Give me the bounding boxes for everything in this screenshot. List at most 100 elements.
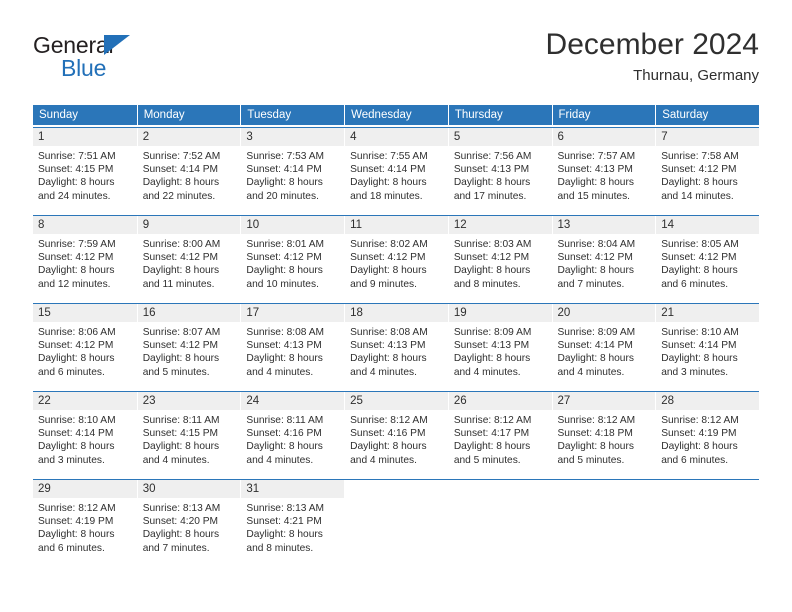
day-cell-9[interactable]: 9 Sunrise: 8:00 AM Sunset: 4:12 PM Daylight…	[136, 216, 241, 301]
day-cell-3[interactable]: 3 Sunrise: 7:53 AM Sunset: 4:14 PM Daylight…	[240, 128, 345, 213]
day-number: 24	[241, 392, 345, 410]
day-cell-29[interactable]: 29 Sunrise: 8:12 AM Sunset: 4:19 PM Dayligh…	[33, 480, 137, 565]
daylight-duration-line1: Daylight: 8 hours	[661, 441, 738, 453]
sunrise-time: Sunrise: 8:11 AM	[142, 415, 220, 426]
daylight-duration-line1: Daylight: 8 hours	[38, 177, 115, 189]
sunrise-time: Sunrise: 7:56 AM	[453, 151, 532, 162]
daylight-duration-line1: Daylight: 8 hours	[38, 529, 115, 541]
logo-bottom-row: Blue	[33, 55, 233, 81]
day-cell-21[interactable]: 21 Sunrise: 8:10 AM Sunset: 4:14 PM Dayligh…	[655, 304, 759, 389]
sunrise-time: Sunrise: 7:52 AM	[142, 151, 221, 162]
day-cell-10[interactable]: 10 Sunrise: 8:01 AM Sunset: 4:12 PM Dayligh…	[240, 216, 345, 301]
sunrise-time: Sunrise: 8:09 AM	[557, 327, 636, 338]
daylight-duration-line1: Daylight: 8 hours	[350, 265, 427, 277]
calendar-week-row: 1 Sunrise: 7:51 AM Sunset: 4:15 PM Daylight…	[33, 127, 759, 213]
day-cell-2[interactable]: 2 Sunrise: 7:52 AM Sunset: 4:14 PM Daylight…	[136, 128, 241, 213]
sunset-time: Sunset: 4:12 PM	[453, 252, 530, 264]
daylight-duration-line2: and 7 minutes.	[142, 542, 210, 554]
page-title: December 2024	[545, 28, 759, 61]
day-details: Sunrise: 8:09 AM Sunset: 4:14 PM Daylight:…	[553, 322, 656, 389]
day-number: 6	[552, 128, 656, 146]
sunset-time: Sunset: 4:14 PM	[142, 164, 219, 176]
weekday-header-thursday: Thursday	[447, 105, 552, 125]
day-cell-20[interactable]: 20 Sunrise: 8:09 AM Sunset: 4:14 PM Dayligh…	[551, 304, 656, 389]
day-number: 17	[241, 304, 345, 322]
sunset-time: Sunset: 4:15 PM	[142, 428, 219, 440]
day-details: Sunrise: 8:04 AM Sunset: 4:12 PM Daylight:…	[553, 234, 656, 301]
blue-triangle-icon	[104, 35, 130, 55]
day-number: 7	[656, 128, 759, 146]
sunrise-time: Sunrise: 8:11 AM	[246, 415, 324, 426]
daylight-duration-line1: Daylight: 8 hours	[38, 353, 115, 365]
sunset-time: Sunset: 4:19 PM	[38, 516, 114, 528]
sunrise-time: Sunrise: 7:53 AM	[246, 151, 324, 162]
calendar-week-row: 22 Sunrise: 8:10 AM Sunset: 4:14 PM Dayligh…	[33, 391, 759, 477]
sunset-time: Sunset: 4:12 PM	[661, 252, 737, 264]
day-cell-15[interactable]: 15 Sunrise: 8:06 AM Sunset: 4:12 PM Dayligh…	[33, 304, 137, 389]
sunrise-time: Sunrise: 8:09 AM	[453, 327, 532, 338]
sunset-time: Sunset: 4:14 PM	[38, 428, 114, 440]
day-cell-8[interactable]: 8 Sunrise: 7:59 AM Sunset: 4:12 PM Daylight…	[33, 216, 137, 301]
day-cell-empty	[344, 480, 448, 565]
day-cell-30[interactable]: 30 Sunrise: 8:13 AM Sunset: 4:20 PM Dayligh…	[136, 480, 241, 565]
day-details: Sunrise: 8:06 AM Sunset: 4:12 PM Daylight:…	[33, 322, 137, 389]
day-number: 10	[241, 216, 345, 234]
day-cell-28[interactable]: 28 Sunrise: 8:12 AM Sunset: 4:19 PM Dayligh…	[655, 392, 759, 477]
day-details: Sunrise: 8:12 AM Sunset: 4:16 PM Daylight:…	[345, 410, 448, 477]
day-cell-17[interactable]: 17 Sunrise: 8:08 AM Sunset: 4:13 PM Dayligh…	[240, 304, 345, 389]
day-cell-empty	[655, 480, 759, 565]
sunrise-time: Sunrise: 8:05 AM	[661, 239, 739, 250]
day-details: Sunrise: 7:53 AM Sunset: 4:14 PM Daylight:…	[241, 146, 344, 213]
sunset-time: Sunset: 4:12 PM	[142, 340, 219, 352]
day-cell-5[interactable]: 5 Sunrise: 7:56 AM Sunset: 4:13 PM Daylight…	[447, 128, 552, 213]
day-cell-empty	[551, 480, 656, 565]
day-number: 20	[552, 304, 656, 322]
day-cell-22[interactable]: 22 Sunrise: 8:10 AM Sunset: 4:14 PM Dayligh…	[33, 392, 137, 477]
daylight-duration-line1: Daylight: 8 hours	[453, 265, 531, 277]
day-cell-6[interactable]: 6 Sunrise: 7:57 AM Sunset: 4:13 PM Daylight…	[551, 128, 656, 213]
day-cell-18[interactable]: 18 Sunrise: 8:08 AM Sunset: 4:13 PM Dayligh…	[344, 304, 448, 389]
daylight-duration-line2: and 4 minutes.	[453, 366, 521, 378]
day-details	[656, 498, 759, 565]
weekday-header-monday: Monday	[136, 105, 241, 125]
calendar-weeks: 1 Sunrise: 7:51 AM Sunset: 4:15 PM Daylight…	[33, 127, 759, 565]
day-cell-12[interactable]: 12 Sunrise: 8:03 AM Sunset: 4:12 PM Dayligh…	[447, 216, 552, 301]
daylight-duration-line2: and 8 minutes.	[246, 542, 314, 554]
day-cell-7[interactable]: 7 Sunrise: 7:58 AM Sunset: 4:12 PM Daylight…	[655, 128, 759, 213]
day-cell-11[interactable]: 11 Sunrise: 8:02 AM Sunset: 4:12 PM Dayligh…	[344, 216, 448, 301]
sunrise-time: Sunrise: 8:08 AM	[246, 327, 324, 338]
day-cell-19[interactable]: 19 Sunrise: 8:09 AM Sunset: 4:13 PM Dayligh…	[447, 304, 552, 389]
weekday-header-friday: Friday	[551, 105, 656, 125]
day-cell-14[interactable]: 14 Sunrise: 8:05 AM Sunset: 4:12 PM Dayligh…	[655, 216, 759, 301]
daylight-duration-line1: Daylight: 8 hours	[661, 265, 738, 277]
day-details: Sunrise: 7:52 AM Sunset: 4:14 PM Daylight:…	[138, 146, 241, 213]
daylight-duration-line1: Daylight: 8 hours	[142, 177, 220, 189]
sunrise-time: Sunrise: 8:13 AM	[142, 503, 221, 514]
day-cell-13[interactable]: 13 Sunrise: 8:04 AM Sunset: 4:12 PM Dayligh…	[551, 216, 656, 301]
day-cell-16[interactable]: 16 Sunrise: 8:07 AM Sunset: 4:12 PM Dayligh…	[136, 304, 241, 389]
day-cell-empty	[447, 480, 552, 565]
day-cell-23[interactable]: 23 Sunrise: 8:11 AM Sunset: 4:15 PM Dayligh…	[136, 392, 241, 477]
day-cell-24[interactable]: 24 Sunrise: 8:11 AM Sunset: 4:16 PM Dayligh…	[240, 392, 345, 477]
daylight-duration-line1: Daylight: 8 hours	[246, 177, 323, 189]
day-number: 25	[345, 392, 448, 410]
calendar-week-row: 8 Sunrise: 7:59 AM Sunset: 4:12 PM Daylight…	[33, 215, 759, 301]
day-number: 23	[137, 392, 241, 410]
day-details: Sunrise: 8:11 AM Sunset: 4:16 PM Daylight:…	[241, 410, 344, 477]
day-cell-26[interactable]: 26 Sunrise: 8:12 AM Sunset: 4:17 PM Dayligh…	[447, 392, 552, 477]
day-number	[552, 480, 656, 498]
day-number: 12	[448, 216, 552, 234]
sunrise-time: Sunrise: 8:13 AM	[246, 503, 324, 514]
daylight-duration-line2: and 7 minutes.	[557, 278, 625, 290]
sunset-time: Sunset: 4:21 PM	[246, 516, 322, 528]
weekday-header-saturday: Saturday	[655, 105, 759, 125]
day-cell-4[interactable]: 4 Sunrise: 7:55 AM Sunset: 4:14 PM Daylight…	[344, 128, 448, 213]
day-number	[656, 480, 759, 498]
sunset-time: Sunset: 4:13 PM	[453, 164, 530, 176]
day-cell-31[interactable]: 31 Sunrise: 8:13 AM Sunset: 4:21 PM Dayligh…	[240, 480, 345, 565]
day-details: Sunrise: 7:51 AM Sunset: 4:15 PM Daylight:…	[33, 146, 137, 213]
day-cell-1[interactable]: 1 Sunrise: 7:51 AM Sunset: 4:15 PM Daylight…	[33, 128, 137, 213]
day-cell-27[interactable]: 27 Sunrise: 8:12 AM Sunset: 4:18 PM Dayligh…	[551, 392, 656, 477]
sunset-time: Sunset: 4:14 PM	[350, 164, 426, 176]
day-cell-25[interactable]: 25 Sunrise: 8:12 AM Sunset: 4:16 PM Dayligh…	[344, 392, 448, 477]
